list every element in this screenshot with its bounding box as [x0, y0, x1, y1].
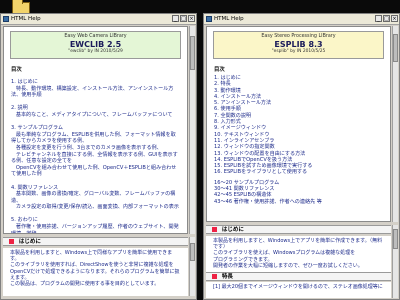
maximize-button[interactable]: □ — [180, 15, 187, 22]
section-title: 目次 — [214, 67, 225, 73]
header-title: ESPLIB 8.3 — [274, 40, 323, 49]
header-byline: "ewclib" by IN 2010/5/29 — [68, 49, 123, 54]
scrollbar-lower[interactable] — [392, 225, 398, 298]
section-bullet-icon — [212, 227, 217, 232]
doc-header: Easy Web Camera LIBrary EWCLIB 2.5 "ewcl… — [10, 31, 181, 59]
close-button[interactable]: × — [391, 15, 398, 22]
title-bar[interactable]: HTML Help _ □ × — [204, 14, 399, 25]
scrollbar[interactable] — [392, 26, 398, 222]
title-bar[interactable]: HTML Help _ □ × — [1, 14, 196, 25]
section-header-2: 特長 — [206, 272, 391, 281]
window-title: HTML Help — [214, 16, 244, 22]
toc-content[interactable]: 1. はじめに 特長、動作環境、構築設定、インストール方法、アンインストール方法… — [4, 75, 187, 233]
section-text: 本製品を利用しますと、Windows上で同様なアプリを簡単に使用できます。 この… — [3, 248, 188, 296]
help-window-ewclib[interactable]: HTML Help _ □ × Easy Web Camera LIBrary … — [0, 13, 197, 300]
toc-list: 1. はじめに 2. 特長 3. 動作環境 4. インストール方法 5. アンイ… — [207, 75, 390, 205]
scroll-thumb[interactable] — [190, 36, 195, 70]
section-title: 目次 — [11, 67, 22, 73]
section-text-2: [1] 最大20個までイメージウィンドウを開けるので、ステレオ画像処理等に — [206, 282, 391, 298]
close-button[interactable]: × — [188, 15, 195, 22]
section-header: はじめに — [206, 225, 391, 234]
section-bullet-icon — [9, 239, 14, 244]
section-header-label: はじめに — [18, 239, 41, 245]
content-pane[interactable]: Easy Stereo Processing LIBrary ESPLIB 8.… — [206, 26, 391, 222]
header-title: EWCLIB 2.5 — [69, 40, 122, 49]
section-header-label: はじめに — [221, 227, 244, 233]
help-icon — [206, 16, 212, 22]
help-window-esplib[interactable]: HTML Help _ □ × Easy Stereo Processing L… — [203, 13, 400, 300]
window-title: HTML Help — [11, 16, 41, 22]
minimize-button[interactable]: _ — [375, 15, 382, 22]
maximize-button[interactable]: □ — [383, 15, 390, 22]
scroll-thumb[interactable] — [393, 34, 398, 62]
content-pane[interactable]: Easy Web Camera LIBrary EWCLIB 2.5 "ewcl… — [3, 26, 188, 234]
section-header: はじめに — [3, 237, 188, 246]
help-icon — [3, 16, 9, 22]
scrollbar-lower[interactable] — [189, 237, 195, 296]
toc-item[interactable]: 43〜46 著作権・使用許諾、作者への連絡先 等 — [214, 199, 390, 205]
section-text: 本製品を利用しますと、Windows上でアプリを簡単に作成できます。（無料です）… — [206, 236, 391, 272]
section-header-label: 特長 — [221, 274, 233, 280]
minimize-button[interactable]: _ — [172, 15, 179, 22]
section-bullet-icon — [212, 274, 217, 279]
scroll-thumb[interactable] — [190, 243, 195, 261]
scroll-thumb[interactable] — [393, 229, 398, 249]
doc-header: Easy Stereo Processing LIBrary ESPLIB 8.… — [213, 31, 384, 59]
scrollbar[interactable] — [189, 26, 195, 234]
header-byline: "esplib" by IN 2010/5/25 — [271, 49, 326, 54]
